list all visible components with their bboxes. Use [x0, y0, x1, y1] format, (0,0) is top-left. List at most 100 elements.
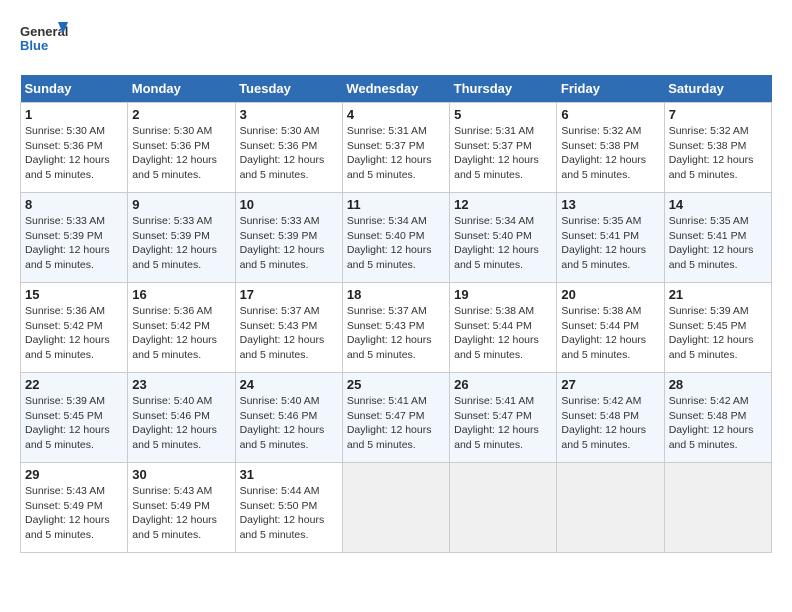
day-number: 12 [454, 197, 552, 212]
day-info: Sunrise: 5:39 AMSunset: 5:45 PMDaylight:… [669, 304, 767, 363]
week-row: 15 Sunrise: 5:36 AMSunset: 5:42 PMDaylig… [21, 283, 772, 373]
day-info: Sunrise: 5:42 AMSunset: 5:48 PMDaylight:… [669, 394, 767, 453]
day-cell: 7 Sunrise: 5:32 AMSunset: 5:38 PMDayligh… [664, 103, 771, 193]
day-cell: 22 Sunrise: 5:39 AMSunset: 5:45 PMDaylig… [21, 373, 128, 463]
day-info: Sunrise: 5:43 AMSunset: 5:49 PMDaylight:… [25, 484, 123, 543]
day-cell: 18 Sunrise: 5:37 AMSunset: 5:43 PMDaylig… [342, 283, 449, 373]
day-number: 13 [561, 197, 659, 212]
day-number: 5 [454, 107, 552, 122]
day-cell: 4 Sunrise: 5:31 AMSunset: 5:37 PMDayligh… [342, 103, 449, 193]
day-info: Sunrise: 5:40 AMSunset: 5:46 PMDaylight:… [132, 394, 230, 453]
day-info: Sunrise: 5:36 AMSunset: 5:42 PMDaylight:… [132, 304, 230, 363]
day-info: Sunrise: 5:34 AMSunset: 5:40 PMDaylight:… [347, 214, 445, 273]
day-cell: 20 Sunrise: 5:38 AMSunset: 5:44 PMDaylig… [557, 283, 664, 373]
col-header-friday: Friday [557, 75, 664, 103]
day-number: 15 [25, 287, 123, 302]
day-cell: 11 Sunrise: 5:34 AMSunset: 5:40 PMDaylig… [342, 193, 449, 283]
day-cell: 14 Sunrise: 5:35 AMSunset: 5:41 PMDaylig… [664, 193, 771, 283]
day-number: 3 [240, 107, 338, 122]
day-number: 1 [25, 107, 123, 122]
day-number: 27 [561, 377, 659, 392]
day-info: Sunrise: 5:32 AMSunset: 5:38 PMDaylight:… [561, 124, 659, 183]
day-cell: 13 Sunrise: 5:35 AMSunset: 5:41 PMDaylig… [557, 193, 664, 283]
day-info: Sunrise: 5:42 AMSunset: 5:48 PMDaylight:… [561, 394, 659, 453]
day-number: 19 [454, 287, 552, 302]
day-info: Sunrise: 5:41 AMSunset: 5:47 PMDaylight:… [454, 394, 552, 453]
day-number: 31 [240, 467, 338, 482]
logo: General Blue [20, 20, 70, 65]
day-number: 7 [669, 107, 767, 122]
day-info: Sunrise: 5:30 AMSunset: 5:36 PMDaylight:… [240, 124, 338, 183]
col-header-thursday: Thursday [450, 75, 557, 103]
day-info: Sunrise: 5:39 AMSunset: 5:45 PMDaylight:… [25, 394, 123, 453]
day-info: Sunrise: 5:31 AMSunset: 5:37 PMDaylight:… [347, 124, 445, 183]
day-number: 16 [132, 287, 230, 302]
day-cell: 16 Sunrise: 5:36 AMSunset: 5:42 PMDaylig… [128, 283, 235, 373]
day-info: Sunrise: 5:37 AMSunset: 5:43 PMDaylight:… [347, 304, 445, 363]
day-number: 22 [25, 377, 123, 392]
day-cell: 10 Sunrise: 5:33 AMSunset: 5:39 PMDaylig… [235, 193, 342, 283]
day-info: Sunrise: 5:35 AMSunset: 5:41 PMDaylight:… [669, 214, 767, 273]
col-header-tuesday: Tuesday [235, 75, 342, 103]
day-cell: 26 Sunrise: 5:41 AMSunset: 5:47 PMDaylig… [450, 373, 557, 463]
day-info: Sunrise: 5:38 AMSunset: 5:44 PMDaylight:… [561, 304, 659, 363]
day-number: 25 [347, 377, 445, 392]
calendar-table: SundayMondayTuesdayWednesdayThursdayFrid… [20, 75, 772, 553]
day-cell: 5 Sunrise: 5:31 AMSunset: 5:37 PMDayligh… [450, 103, 557, 193]
col-header-saturday: Saturday [664, 75, 771, 103]
day-number: 30 [132, 467, 230, 482]
day-cell: 15 Sunrise: 5:36 AMSunset: 5:42 PMDaylig… [21, 283, 128, 373]
day-cell: 30 Sunrise: 5:43 AMSunset: 5:49 PMDaylig… [128, 463, 235, 553]
day-number: 9 [132, 197, 230, 212]
day-number: 4 [347, 107, 445, 122]
day-number: 10 [240, 197, 338, 212]
day-number: 21 [669, 287, 767, 302]
week-row: 29 Sunrise: 5:43 AMSunset: 5:49 PMDaylig… [21, 463, 772, 553]
col-header-monday: Monday [128, 75, 235, 103]
header: General Blue [20, 20, 772, 65]
day-info: Sunrise: 5:33 AMSunset: 5:39 PMDaylight:… [132, 214, 230, 273]
day-info: Sunrise: 5:38 AMSunset: 5:44 PMDaylight:… [454, 304, 552, 363]
day-info: Sunrise: 5:30 AMSunset: 5:36 PMDaylight:… [132, 124, 230, 183]
day-number: 20 [561, 287, 659, 302]
day-cell: 12 Sunrise: 5:34 AMSunset: 5:40 PMDaylig… [450, 193, 557, 283]
day-info: Sunrise: 5:36 AMSunset: 5:42 PMDaylight:… [25, 304, 123, 363]
day-info: Sunrise: 5:32 AMSunset: 5:38 PMDaylight:… [669, 124, 767, 183]
day-number: 17 [240, 287, 338, 302]
day-cell: 19 Sunrise: 5:38 AMSunset: 5:44 PMDaylig… [450, 283, 557, 373]
day-cell: 31 Sunrise: 5:44 AMSunset: 5:50 PMDaylig… [235, 463, 342, 553]
day-cell: 21 Sunrise: 5:39 AMSunset: 5:45 PMDaylig… [664, 283, 771, 373]
day-number: 11 [347, 197, 445, 212]
day-number: 23 [132, 377, 230, 392]
day-cell: 17 Sunrise: 5:37 AMSunset: 5:43 PMDaylig… [235, 283, 342, 373]
day-cell: 28 Sunrise: 5:42 AMSunset: 5:48 PMDaylig… [664, 373, 771, 463]
day-cell: 23 Sunrise: 5:40 AMSunset: 5:46 PMDaylig… [128, 373, 235, 463]
header-row: SundayMondayTuesdayWednesdayThursdayFrid… [21, 75, 772, 103]
day-info: Sunrise: 5:34 AMSunset: 5:40 PMDaylight:… [454, 214, 552, 273]
day-cell: 6 Sunrise: 5:32 AMSunset: 5:38 PMDayligh… [557, 103, 664, 193]
day-number: 14 [669, 197, 767, 212]
day-number: 26 [454, 377, 552, 392]
day-cell: 25 Sunrise: 5:41 AMSunset: 5:47 PMDaylig… [342, 373, 449, 463]
week-row: 8 Sunrise: 5:33 AMSunset: 5:39 PMDayligh… [21, 193, 772, 283]
col-header-wednesday: Wednesday [342, 75, 449, 103]
empty-cell [664, 463, 771, 553]
empty-cell [450, 463, 557, 553]
day-info: Sunrise: 5:31 AMSunset: 5:37 PMDaylight:… [454, 124, 552, 183]
day-info: Sunrise: 5:41 AMSunset: 5:47 PMDaylight:… [347, 394, 445, 453]
day-cell: 3 Sunrise: 5:30 AMSunset: 5:36 PMDayligh… [235, 103, 342, 193]
day-number: 29 [25, 467, 123, 482]
day-number: 24 [240, 377, 338, 392]
day-number: 2 [132, 107, 230, 122]
day-cell: 27 Sunrise: 5:42 AMSunset: 5:48 PMDaylig… [557, 373, 664, 463]
day-info: Sunrise: 5:35 AMSunset: 5:41 PMDaylight:… [561, 214, 659, 273]
day-info: Sunrise: 5:33 AMSunset: 5:39 PMDaylight:… [25, 214, 123, 273]
week-row: 22 Sunrise: 5:39 AMSunset: 5:45 PMDaylig… [21, 373, 772, 463]
day-number: 8 [25, 197, 123, 212]
day-cell: 29 Sunrise: 5:43 AMSunset: 5:49 PMDaylig… [21, 463, 128, 553]
day-info: Sunrise: 5:43 AMSunset: 5:49 PMDaylight:… [132, 484, 230, 543]
day-number: 6 [561, 107, 659, 122]
day-cell: 9 Sunrise: 5:33 AMSunset: 5:39 PMDayligh… [128, 193, 235, 283]
svg-text:Blue: Blue [20, 38, 48, 53]
day-info: Sunrise: 5:37 AMSunset: 5:43 PMDaylight:… [240, 304, 338, 363]
